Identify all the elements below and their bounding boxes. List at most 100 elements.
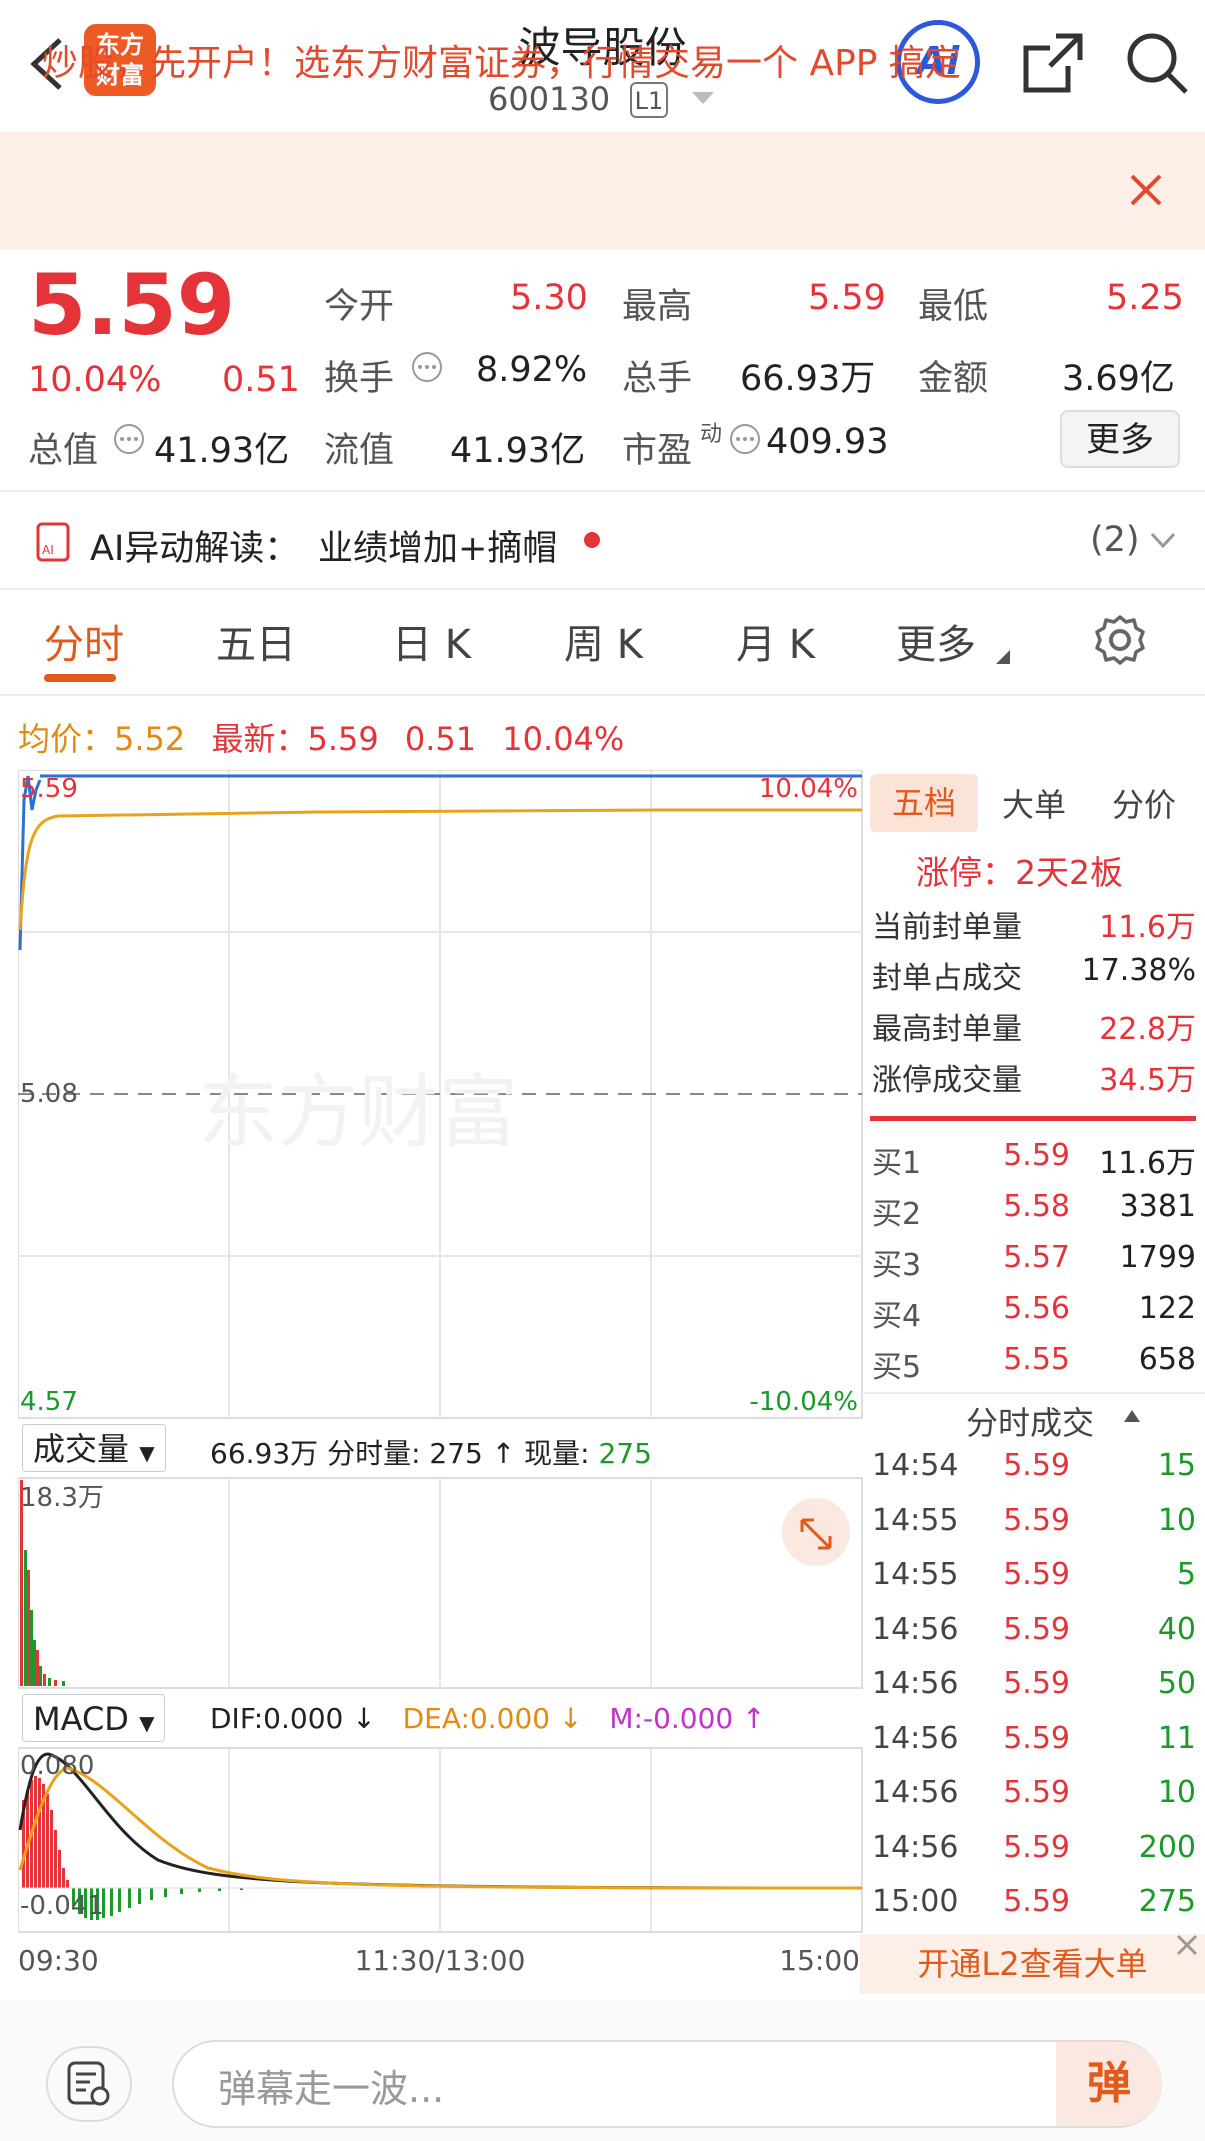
tab-price-distribution[interactable]: 分价 <box>1112 780 1176 826</box>
trade-price: 5.59 <box>1003 1884 1070 1919</box>
limit-stat-label: 涨停成交量 <box>872 1063 1022 1098</box>
float-label: 流值 <box>324 431 395 471</box>
chevron-down-icon[interactable] <box>1150 532 1176 550</box>
trade-volume: 11 <box>1157 1720 1196 1756</box>
triangle-up-icon[interactable] <box>1124 1410 1140 1422</box>
pe-superscript: 动 <box>700 422 723 447</box>
tab-weekly-k[interactable]: 周 K <box>564 612 643 670</box>
trade-volume: 50 <box>1157 1666 1196 1701</box>
tab-intraday[interactable]: 分时 <box>44 612 124 670</box>
tab-monthly-k[interactable]: 月 K <box>736 612 815 670</box>
macd-summary: DIF:0.000 ↓ DEA:0.000 ↓ M:-0.000 ↑ <box>210 1702 766 1735</box>
limit-up-title: 涨停：2天2板 <box>916 853 1123 892</box>
trade-price: 5.59 <box>1003 1775 1070 1810</box>
limit-stat-value: 17.38% <box>1081 953 1196 988</box>
info-icon[interactable] <box>410 350 444 384</box>
latest-value: 5.59 <box>307 720 379 758</box>
trades-title[interactable]: 分时成交 <box>966 1398 1094 1444</box>
tab-big-orders[interactable]: 大单 <box>1002 780 1066 826</box>
ai-insight-count[interactable]: (2) <box>1090 520 1140 560</box>
watermark: 东方财富 <box>198 1066 518 1159</box>
info-icon[interactable] <box>112 422 146 456</box>
chevron-down-icon[interactable] <box>692 92 714 106</box>
open-l2-button[interactable]: 开通L2查看大单 <box>860 1934 1205 1994</box>
time-axis-mid: 11:30/13:00 <box>355 1944 526 1977</box>
limit-stat-label: 最高封单量 <box>872 1012 1022 1047</box>
volume-indicator-select[interactable]: 成交量 ▼ <box>22 1424 166 1472</box>
high-value: 5.59 <box>808 278 886 318</box>
macd-top-label: 0.080 <box>20 1751 94 1781</box>
volume-seg: 分时量: 275 ↑ <box>327 1437 516 1470</box>
time-axis-start: 09:30 <box>18 1944 99 1977</box>
latest-pct: 10.04% <box>502 720 625 758</box>
bid-volume: 1799 <box>1119 1240 1196 1275</box>
avg-value: 5.52 <box>114 720 186 758</box>
volume-label: 总手 <box>622 359 693 399</box>
limit-stat-label: 当前封单量 <box>872 910 1022 945</box>
macd-indicator-label: MACD <box>33 1700 129 1738</box>
mcap-label: 总值 <box>28 431 99 471</box>
price-info-line: 均价：5.52 最新：5.59 0.51 10.04% <box>18 714 624 760</box>
latest-change: 0.51 <box>404 720 477 758</box>
bid-price: 5.55 <box>1003 1342 1070 1377</box>
trade-time: 14:56 <box>872 1666 959 1701</box>
low-value: 5.25 <box>1106 278 1184 318</box>
avg-label: 均价： <box>18 720 115 758</box>
axis-mid-price: 5.08 <box>20 1079 78 1109</box>
search-icon[interactable] <box>1124 30 1190 96</box>
intraday-chart[interactable]: 东方财富 5.59 10.04% 5.08 4.57 -10.04% 18.3万 <box>18 770 863 1986</box>
danmu-send-button[interactable]: 弹 <box>1056 2042 1162 2126</box>
trade-time: 14:56 <box>872 1829 959 1865</box>
trade-price: 5.59 <box>1003 1829 1070 1865</box>
trade-price: 5.59 <box>1003 1720 1070 1756</box>
axis-top-pct: 10.04% <box>759 774 858 804</box>
limit-stat-value: 22.8万 <box>1099 1012 1196 1047</box>
trade-volume: 275 <box>1138 1884 1196 1919</box>
tab-order-book[interactable]: 五档 <box>870 774 978 832</box>
triangle-icon <box>996 650 1010 664</box>
trade-volume: 15 <box>1157 1448 1196 1483</box>
bid-level: 买5 <box>872 1350 922 1385</box>
latest-label: 最新： <box>211 720 308 758</box>
unread-dot <box>584 532 600 548</box>
more-button[interactable]: 更多 <box>1060 410 1180 468</box>
tab-daily-k[interactable]: 日 K <box>392 612 471 670</box>
close-icon[interactable] <box>1128 172 1164 208</box>
limit-stat-value: 34.5万 <box>1099 1063 1196 1098</box>
ai-insight-text[interactable]: 业绩增加+摘帽 <box>318 520 557 571</box>
trade-volume: 200 <box>1138 1829 1196 1865</box>
macd-bottom-label: -0.041 <box>20 1891 104 1921</box>
trade-price: 5.59 <box>1003 1557 1070 1592</box>
info-icon[interactable] <box>728 422 762 456</box>
ai-report-icon: AI <box>36 522 70 562</box>
amount-value: 3.69亿 <box>1062 359 1175 399</box>
last-price: 5.59 <box>28 256 236 354</box>
trade-volume: 10 <box>1157 1775 1196 1810</box>
macd-indicator-select[interactable]: MACD ▼ <box>22 1694 166 1742</box>
promo-banner[interactable] <box>0 132 1205 250</box>
gear-icon[interactable] <box>1094 614 1146 666</box>
divider-red <box>870 1116 1196 1121</box>
open-value: 5.30 <box>510 278 588 318</box>
promo-text: 炒股，先开户！选东方财富证券，行情交易一个 APP 搞定 <box>42 43 961 84</box>
turnover-label: 换手 <box>324 359 395 399</box>
ai-insight-label[interactable]: AI异动解读： <box>90 520 299 571</box>
tab-five-day[interactable]: 五日 <box>216 612 296 670</box>
change-pct: 10.04% <box>28 360 162 400</box>
trade-time: 14:55 <box>872 1557 959 1592</box>
tab-more[interactable]: 更多 <box>896 612 976 670</box>
limit-stat-value: 11.6万 <box>1099 910 1196 945</box>
bid-price: 5.57 <box>1003 1240 1070 1275</box>
trade-price: 5.59 <box>1003 1611 1070 1647</box>
level-badge[interactable]: L1 <box>630 82 668 118</box>
change-value: 0.51 <box>222 360 300 400</box>
pe-label: 市盈 <box>622 431 693 471</box>
trade-price: 5.59 <box>1003 1502 1070 1538</box>
trade-time: 14:54 <box>872 1448 959 1483</box>
bid-level: 买3 <box>872 1248 922 1283</box>
bid-volume: 11.6万 <box>1099 1146 1196 1181</box>
bid-volume: 658 <box>1138 1342 1196 1377</box>
close-icon[interactable] <box>1172 1930 1202 1960</box>
volume-indicator-label: 成交量 <box>33 1430 130 1468</box>
danmu-settings-icon[interactable] <box>66 2060 112 2108</box>
